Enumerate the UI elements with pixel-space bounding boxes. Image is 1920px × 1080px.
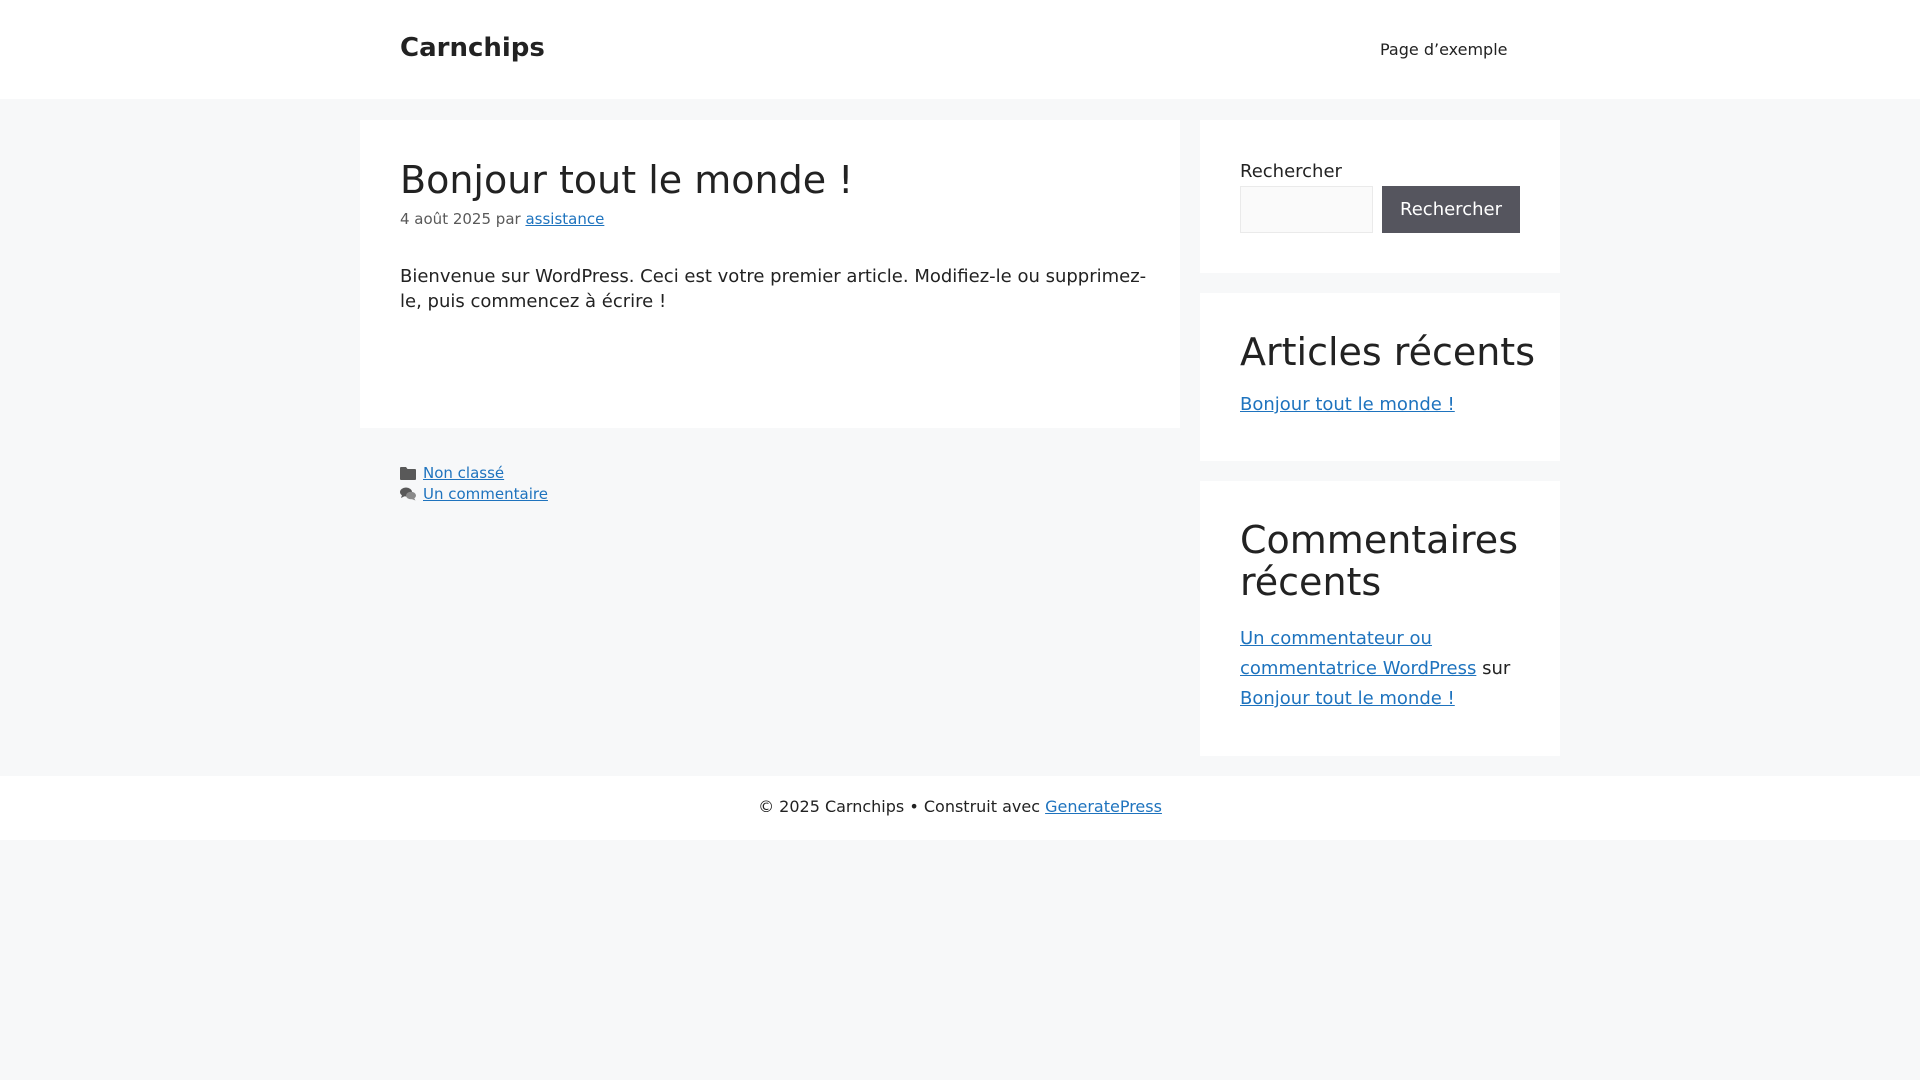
site-footer: © 2025 Carnchips • Construit avec Genera… <box>0 776 1920 840</box>
post-by-label: par <box>495 210 521 228</box>
post-comments-row: Un commentaire <box>400 485 548 503</box>
footer-copyright: © 2025 Carnchips • Construit avec <box>758 797 1040 816</box>
comment-on-label: sur <box>1482 658 1511 679</box>
post-author-link[interactable]: assistance <box>525 210 604 228</box>
comment-post-link[interactable]: Bonjour tout le monde ! <box>1240 688 1455 709</box>
recent-posts-title: Articles récents <box>1240 330 1536 374</box>
recent-posts-widget: Articles récents Bonjour tout le monde ! <box>1200 293 1560 461</box>
recent-comments-widget: Commentaires récents Un commentateur ou … <box>1200 481 1560 756</box>
recent-comment-item: Un commentateur ou commentatrice WordPre… <box>1240 624 1540 714</box>
footer-generatepress-link[interactable]: GeneratePress <box>1045 797 1162 816</box>
recent-comments-title: Commentaires récents <box>1240 518 1518 604</box>
nav-item-sample-page[interactable]: Page d’exemple <box>1380 40 1507 59</box>
recent-post-link[interactable]: Bonjour tout le monde ! <box>1240 394 1455 415</box>
site-title-link[interactable]: Carnchips <box>400 33 545 63</box>
search-button[interactable]: Rechercher <box>1382 186 1520 233</box>
post-meta: 4 août 2025 par assistance <box>400 210 604 228</box>
post-category-link[interactable]: Non classé <box>423 464 504 482</box>
site-header: Carnchips Page d’exemple <box>0 0 1920 99</box>
folder-icon <box>400 466 416 480</box>
footer-text: © 2025 Carnchips • Construit avec Genera… <box>0 797 1920 816</box>
post-category-row: Non classé <box>400 464 504 482</box>
post-content: Bienvenue sur WordPress. Ceci est votre … <box>400 266 1147 312</box>
post-title: Bonjour tout le monde ! <box>400 158 854 202</box>
post-comments-link[interactable]: Un commentaire <box>423 485 548 503</box>
search-widget: Rechercher Rechercher <box>1200 120 1560 273</box>
post-card: Bonjour tout le monde ! 4 août 2025 par … <box>360 120 1180 503</box>
post-date: 4 août 2025 <box>400 210 492 228</box>
comments-icon <box>400 487 416 501</box>
search-label: Rechercher <box>1240 161 1342 182</box>
comment-author-link[interactable]: Un commentateur ou commentatrice WordPre… <box>1240 628 1476 679</box>
search-input[interactable] <box>1240 186 1373 233</box>
